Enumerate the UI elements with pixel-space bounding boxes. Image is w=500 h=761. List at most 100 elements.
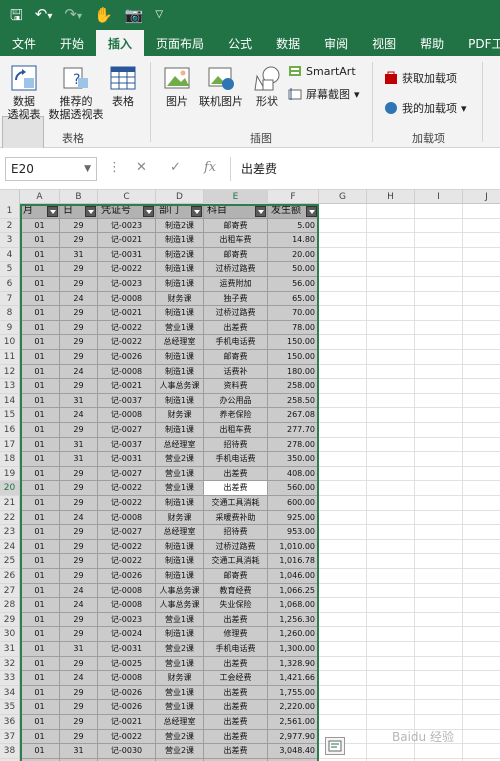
table-cell[interactable]: 01 — [20, 642, 60, 657]
tab-6[interactable]: 审阅 — [312, 30, 360, 56]
empty-cell[interactable] — [367, 437, 415, 453]
column-header-G[interactable]: G — [319, 190, 367, 204]
empty-cell[interactable] — [463, 744, 500, 759]
row-number[interactable]: 10 — [0, 335, 20, 350]
table-cell[interactable]: 营业2课 — [156, 729, 204, 745]
table-cell[interactable]: 记-0027 — [98, 423, 156, 438]
table-cell[interactable]: 1,755.00 — [268, 685, 319, 701]
table-cell[interactable]: 养老保险 — [204, 408, 268, 423]
table-cell[interactable]: 31 — [60, 452, 98, 467]
empty-cell[interactable] — [415, 350, 463, 365]
table-cell[interactable]: 记-0021 — [98, 306, 156, 321]
row-number[interactable]: 14 — [0, 393, 20, 409]
row-number[interactable]: 31 — [0, 642, 20, 657]
empty-cell[interactable] — [319, 598, 367, 613]
table-cell[interactable]: 记-0023 — [98, 612, 156, 628]
row-number[interactable]: 30 — [0, 627, 20, 642]
table-cell[interactable]: 出差费 — [204, 729, 268, 745]
table-cell[interactable]: 70.00 — [268, 306, 319, 321]
empty-cell[interactable] — [367, 393, 415, 409]
table-cell[interactable]: 出差费 — [204, 656, 268, 672]
table-cell[interactable]: 01 — [20, 408, 60, 423]
empty-cell[interactable] — [367, 364, 415, 380]
empty-cell[interactable] — [463, 554, 500, 569]
empty-cell[interactable] — [463, 248, 500, 263]
empty-cell[interactable] — [415, 437, 463, 453]
table-cell[interactable]: 记-0022 — [98, 262, 156, 277]
table-cell[interactable]: 财务课 — [156, 408, 204, 423]
empty-cell[interactable] — [367, 423, 415, 438]
table-cell[interactable]: 办公用品 — [204, 393, 268, 409]
table-cell[interactable]: 交通工具消耗 — [204, 496, 268, 511]
empty-cell[interactable] — [319, 554, 367, 569]
empty-cell[interactable] — [367, 598, 415, 613]
table-cell[interactable]: 01 — [20, 525, 60, 540]
table-cell[interactable]: 278.00 — [268, 437, 319, 453]
empty-cell[interactable] — [415, 525, 463, 540]
empty-cell[interactable] — [319, 612, 367, 628]
pivot-table-button[interactable]: 数据 透视表 — [4, 64, 44, 121]
table-cell[interactable]: 31 — [60, 247, 98, 263]
tab-9[interactable]: PDF工 — [456, 30, 500, 56]
table-header-cell[interactable]: 月 — [20, 204, 60, 219]
table-cell[interactable]: 记-0027 — [98, 525, 156, 540]
table-cell[interactable]: 29 — [60, 539, 98, 555]
empty-cell[interactable] — [319, 685, 367, 701]
table-cell[interactable]: 1,068.00 — [268, 598, 319, 613]
empty-cell[interactable] — [463, 204, 500, 219]
table-cell[interactable]: 记-0023 — [98, 277, 156, 292]
row-number[interactable]: 22 — [0, 510, 20, 526]
empty-cell[interactable] — [367, 656, 415, 672]
table-cell[interactable]: 180.00 — [268, 364, 319, 380]
customize-qat-icon[interactable]: ▽ — [155, 0, 163, 30]
table-cell[interactable]: 01 — [20, 466, 60, 482]
table-cell[interactable]: 01 — [20, 627, 60, 642]
row-number[interactable]: 27 — [0, 583, 20, 599]
empty-cell[interactable] — [367, 218, 415, 234]
table-cell[interactable]: 150.00 — [268, 335, 319, 350]
table-cell[interactable]: 记-0027 — [98, 466, 156, 482]
table-cell[interactable]: 出租车费 — [204, 233, 268, 248]
table-cell[interactable]: 制造1课 — [156, 423, 204, 438]
empty-cell[interactable] — [319, 393, 367, 409]
filter-dropdown-icon[interactable] — [143, 206, 154, 217]
row-number[interactable]: 6 — [0, 277, 20, 292]
table-cell[interactable]: 独子费 — [204, 291, 268, 307]
empty-cell[interactable] — [463, 423, 500, 438]
table-cell[interactable]: 手机电话费 — [204, 642, 268, 657]
empty-cell[interactable] — [319, 204, 367, 219]
empty-cell[interactable] — [463, 730, 500, 745]
table-cell[interactable]: 邮寄费 — [204, 247, 268, 263]
table-cell[interactable]: 总经理室 — [156, 437, 204, 453]
table-cell[interactable]: 营业1课 — [156, 481, 204, 496]
table-cell[interactable]: 01 — [20, 729, 60, 745]
empty-cell[interactable] — [367, 685, 415, 701]
table-cell[interactable]: 29 — [60, 423, 98, 438]
row-number[interactable]: 13 — [0, 379, 20, 394]
table-cell[interactable]: 出差费 — [204, 320, 268, 336]
table-cell[interactable]: 记-0022 — [98, 554, 156, 569]
table-cell[interactable]: 29 — [60, 525, 98, 540]
empty-cell[interactable] — [463, 321, 500, 336]
row-number[interactable]: 9 — [0, 320, 20, 336]
table-cell[interactable]: 出差费 — [204, 481, 268, 496]
table-cell[interactable]: 65.00 — [268, 291, 319, 307]
empty-cell[interactable] — [415, 627, 463, 642]
tab-4[interactable]: 公式 — [216, 30, 264, 56]
table-cell[interactable]: 14.80 — [268, 233, 319, 248]
my-addins-button[interactable]: 我的加载项 ▾ — [384, 100, 467, 116]
empty-cell[interactable] — [463, 394, 500, 409]
empty-cell[interactable] — [319, 715, 367, 730]
table-header-cell[interactable]: 发生额 — [268, 204, 319, 219]
table-cell[interactable]: 出差费 — [204, 715, 268, 730]
table-cell[interactable]: 1,260.00 — [268, 627, 319, 642]
empty-cell[interactable] — [319, 671, 367, 686]
table-cell[interactable]: 记-0030 — [98, 744, 156, 759]
table-cell[interactable]: 邮寄费 — [204, 350, 268, 365]
row-number[interactable]: 37 — [0, 729, 20, 745]
empty-cell[interactable] — [367, 627, 415, 642]
empty-cell[interactable] — [463, 569, 500, 584]
table-cell[interactable]: 财务课 — [156, 510, 204, 526]
row-number[interactable]: 1 — [0, 204, 20, 219]
filter-dropdown-icon[interactable] — [191, 206, 202, 217]
